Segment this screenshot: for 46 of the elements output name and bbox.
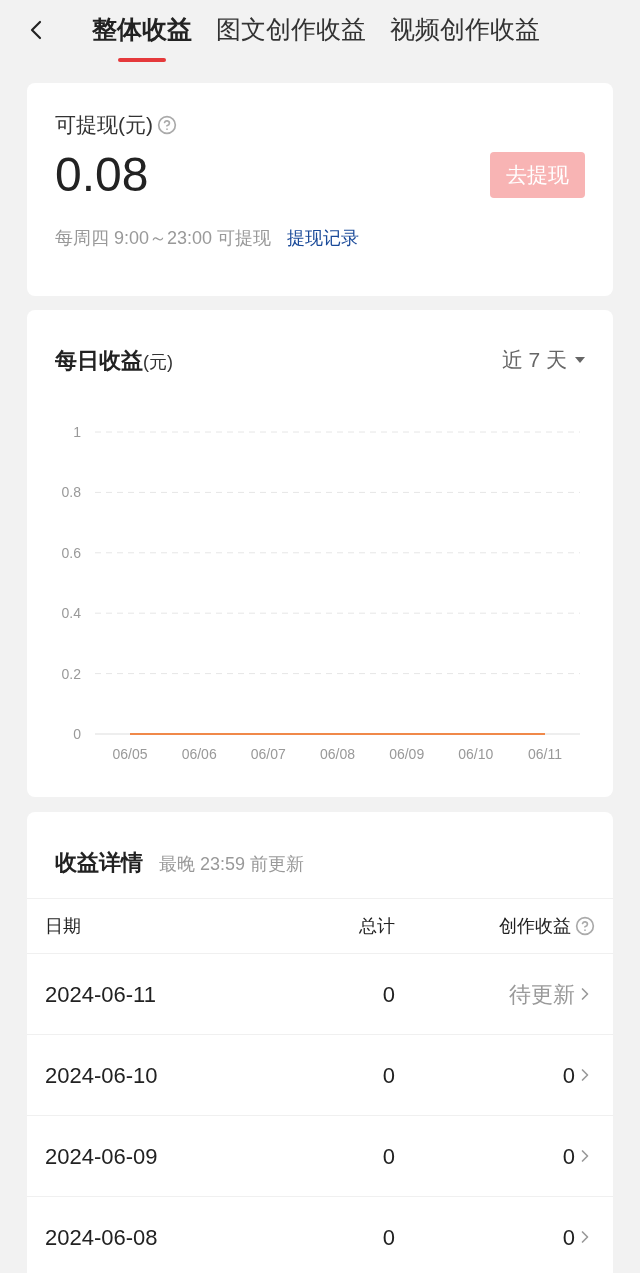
axis-label: 06/05: [112, 746, 148, 762]
tab[interactable]: 图文创作收益: [216, 0, 366, 60]
detail-row[interactable]: 2024-06-10 0 0: [27, 1035, 613, 1116]
detail-row[interactable]: 2024-06-11 0 待更新: [27, 954, 613, 1035]
date-cell-text: 2024-06-08: [45, 1223, 159, 1252]
tab[interactable]: 视频创作收益: [390, 0, 540, 60]
caret-icon: [575, 356, 585, 363]
axis-label: 06/07: [250, 746, 286, 762]
withdraw-hint: 每周四 9:00～23:00 可提现: [55, 226, 272, 250]
total-cell-text: 0: [382, 980, 395, 1009]
axis-label: 06/10: [458, 746, 494, 762]
column-header: 总计: [359, 914, 395, 938]
date-cell-text: 2024-06-10: [45, 1061, 159, 1090]
earnings-cell-text: 待更新: [509, 980, 575, 1009]
balance-label: 可提现(元): [55, 112, 153, 138]
date-cell-text: 2024-06-11: [45, 980, 157, 1009]
date-cell-text: 2024-06-09: [45, 1142, 159, 1171]
earnings-cell-text: 0: [562, 1061, 575, 1090]
axis-label: 06/09: [389, 746, 425, 762]
axis-label: 0.8: [61, 484, 81, 501]
total-cell-text: 0: [382, 1223, 395, 1252]
axis-label: 0.2: [61, 665, 81, 682]
range-dropdown[interactable]: 近 7 天: [501, 344, 585, 376]
unit-label: (元): [143, 352, 173, 374]
balance-amount: 0.08: [55, 146, 149, 203]
total-cell-text: 0: [382, 1061, 395, 1090]
detail-row[interactable]: 2024-06-08 0 0: [27, 1197, 613, 1273]
axis-label: 06/06: [181, 746, 217, 762]
axis-label: 0.6: [61, 544, 81, 561]
chart-title: 每日收益: [55, 347, 143, 375]
column-header: 日期: [45, 914, 81, 938]
earnings-cell-text: 0: [562, 1142, 575, 1171]
tab[interactable]: 整体收益: [92, 0, 192, 60]
axis-label: 0: [73, 726, 81, 742]
update-note: 最晚 23:59 前更新: [159, 853, 305, 876]
details-title: 收益详情: [55, 849, 143, 877]
total-cell-text: 0: [382, 1142, 395, 1171]
axis-label: 06/08: [320, 746, 355, 762]
axis-label: 0.4: [61, 605, 81, 622]
help-icon[interactable]: [575, 916, 595, 936]
axis-label: 06/11: [528, 746, 562, 762]
detail-row[interactable]: 2024-06-09 0 0: [27, 1116, 613, 1197]
column-header: 创作收益: [499, 914, 571, 938]
earnings-cell-text: 0: [562, 1223, 575, 1252]
axis-label: 1: [73, 424, 81, 440]
help-icon[interactable]: [157, 114, 177, 135]
